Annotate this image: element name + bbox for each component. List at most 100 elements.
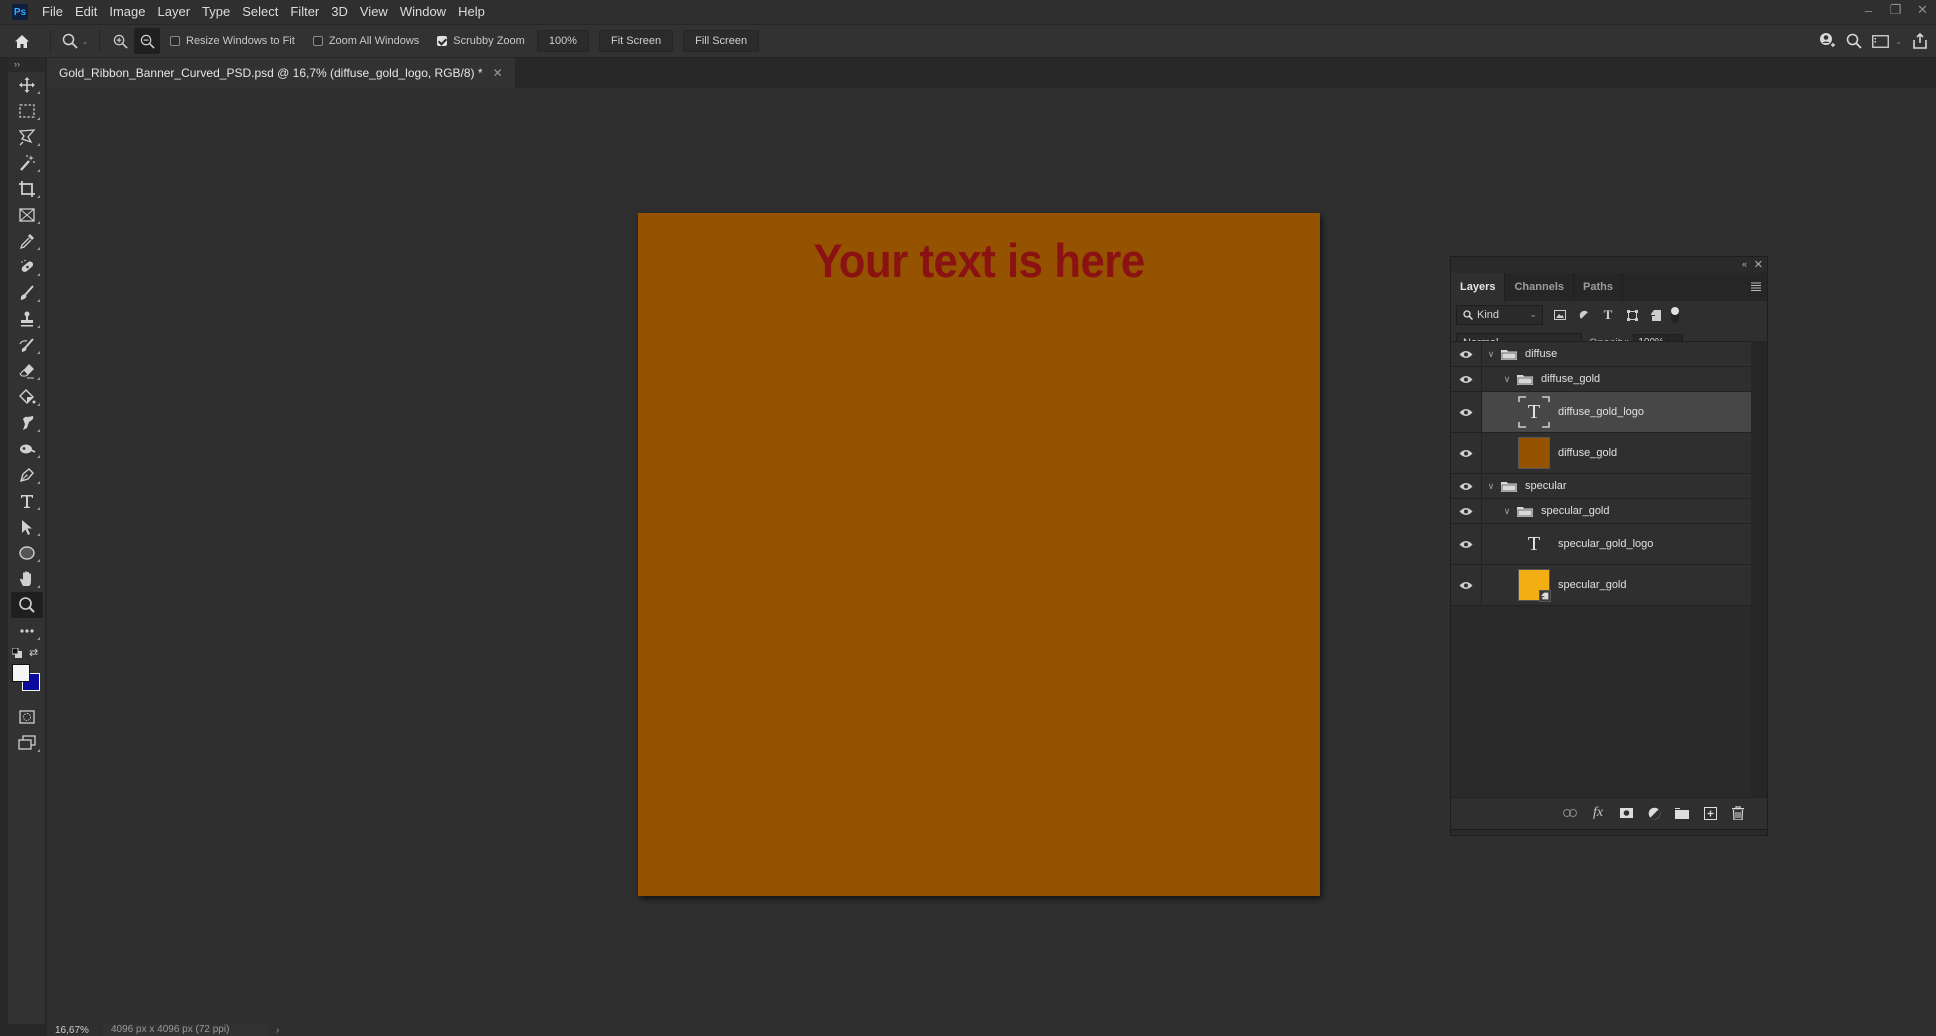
visibility-toggle[interactable] (1451, 474, 1482, 498)
resize-windows-checkbox[interactable] (170, 36, 180, 46)
chevron-down-icon[interactable]: ∨ (1501, 374, 1513, 385)
layers-scrollbar[interactable] (1751, 341, 1767, 797)
add-layer-style-button[interactable]: fx (1589, 804, 1607, 822)
panel-resize-grip[interactable] (1451, 829, 1767, 835)
delete-layer-button[interactable] (1729, 804, 1747, 822)
link-layers-button[interactable] (1561, 804, 1579, 822)
scrubby-zoom-option[interactable]: Scrubby Zoom (437, 35, 525, 47)
minimize-button[interactable]: – (1855, 0, 1882, 20)
tool-rectangular-marquee[interactable] (8, 98, 46, 124)
visibility-toggle[interactable] (1451, 392, 1482, 432)
layer-diffuse-gold-logo[interactable]: T diffuse_gold_logo (1451, 392, 1751, 433)
menu-3d[interactable]: 3D (325, 0, 354, 24)
visibility-toggle[interactable] (1451, 499, 1482, 523)
menu-filter[interactable]: Filter (284, 0, 325, 24)
canvas-text-layer[interactable]: Your text is here (662, 233, 1296, 288)
filter-shape-button[interactable] (1621, 305, 1643, 325)
layer-group-specular[interactable]: ∨ specular (1451, 474, 1751, 499)
close-tab-icon[interactable]: ✕ (493, 66, 503, 80)
tool-crop[interactable] (8, 176, 46, 202)
tool-brush[interactable] (8, 280, 46, 306)
tool-dodge[interactable] (8, 436, 46, 462)
filter-adjustment-button[interactable] (1573, 305, 1595, 325)
panel-menu-icon[interactable] (1751, 281, 1761, 291)
search-button[interactable] (1846, 33, 1862, 49)
screen-mode-button[interactable] (8, 730, 46, 756)
tab-layers[interactable]: Layers (1451, 273, 1506, 301)
tool-hand[interactable] (8, 566, 46, 592)
tool-type[interactable] (8, 488, 46, 514)
tab-channels[interactable]: Channels (1505, 273, 1574, 301)
add-mask-button[interactable] (1617, 804, 1635, 822)
tool-magic-wand[interactable] (8, 150, 46, 176)
collapse-panel-icon[interactable]: « (1742, 259, 1747, 269)
foreground-color-swatch[interactable] (12, 664, 30, 682)
layer-specular-gold-logo[interactable]: T specular_gold_logo (1451, 524, 1751, 565)
tool-polygonal-lasso[interactable] (8, 124, 46, 150)
menu-file[interactable]: File (36, 0, 69, 24)
menu-help[interactable]: Help (452, 0, 491, 24)
tool-spot-healing-brush[interactable] (8, 254, 46, 280)
menu-window[interactable]: Window (394, 0, 452, 24)
close-panel-icon[interactable]: ✕ (1754, 258, 1763, 271)
default-colors-icon[interactable] (12, 648, 22, 658)
filter-toggle[interactable] (1671, 307, 1679, 323)
menu-image[interactable]: Image (103, 0, 151, 24)
zoom-100-button[interactable]: 100% (536, 30, 589, 52)
share-button[interactable] (1912, 33, 1928, 49)
tool-edit-toolbar[interactable] (8, 618, 46, 644)
menu-type[interactable]: Type (196, 0, 236, 24)
menu-select[interactable]: Select (236, 0, 284, 24)
new-adjustment-layer-button[interactable] (1645, 804, 1663, 822)
workspace-switcher[interactable]: ⌄ (1872, 34, 1902, 48)
document-canvas[interactable]: Your text is here (638, 213, 1320, 896)
zoom-level[interactable]: 16,67% (47, 1025, 103, 1036)
visibility-toggle[interactable] (1451, 342, 1482, 366)
invite-button[interactable] (1818, 32, 1836, 50)
home-button[interactable] (0, 25, 44, 57)
status-menu-arrow[interactable]: › (276, 1025, 279, 1036)
close-button[interactable]: ✕ (1909, 0, 1936, 20)
visibility-toggle[interactable] (1451, 433, 1482, 473)
tool-pen[interactable] (8, 462, 46, 488)
new-group-button[interactable] (1673, 804, 1691, 822)
tool-move[interactable] (8, 72, 46, 98)
layer-group-diffuse-gold[interactable]: ∨ diffuse_gold (1451, 367, 1751, 392)
visibility-toggle[interactable] (1451, 367, 1482, 391)
tool-zoom[interactable] (11, 592, 43, 618)
layer-group-specular-gold[interactable]: ∨ specular_gold (1451, 499, 1751, 524)
tool-preset-picker[interactable]: ⌄ (57, 25, 93, 57)
tool-clone-stamp[interactable] (8, 306, 46, 332)
scrubby-zoom-checkbox[interactable] (437, 36, 448, 46)
menu-view[interactable]: View (354, 0, 394, 24)
tool-eraser[interactable] (8, 358, 46, 384)
fill-screen-button[interactable]: Fill Screen (683, 30, 760, 52)
filter-smart-object-button[interactable] (1645, 305, 1667, 325)
filter-pixel-button[interactable] (1549, 305, 1571, 325)
tab-paths[interactable]: Paths (1574, 273, 1623, 301)
resize-windows-to-fit-option[interactable]: Resize Windows to Fit (170, 35, 295, 47)
zoom-all-windows-checkbox[interactable] (312, 36, 323, 46)
chevron-down-icon[interactable]: ∨ (1501, 506, 1513, 517)
swap-colors-icon[interactable]: ⇄ (29, 646, 38, 659)
tool-paint-bucket[interactable] (8, 384, 46, 410)
tool-frame[interactable] (8, 202, 46, 228)
new-layer-button[interactable] (1701, 804, 1719, 822)
fit-screen-button[interactable]: Fit Screen (598, 30, 674, 52)
layer-diffuse-gold[interactable]: diffuse_gold (1451, 433, 1751, 474)
tool-ellipse[interactable] (8, 540, 46, 566)
visibility-toggle[interactable] (1451, 524, 1482, 564)
menu-edit[interactable]: Edit (69, 0, 103, 24)
filter-kind-select[interactable]: Kind ⌄ (1456, 305, 1543, 325)
filter-type-button[interactable]: T (1597, 305, 1619, 325)
visibility-toggle[interactable] (1451, 565, 1482, 605)
toolbar-expand-toggle[interactable]: ›› (8, 58, 45, 72)
tool-path-selection[interactable] (8, 514, 46, 540)
layer-group-diffuse[interactable]: ∨ diffuse (1451, 342, 1751, 367)
menu-layer[interactable]: Layer (152, 0, 197, 24)
chevron-down-icon[interactable]: ∨ (1485, 481, 1497, 492)
document-tab[interactable]: Gold_Ribbon_Banner_Curved_PSD.psd @ 16,7… (47, 58, 515, 88)
quick-mask-button[interactable] (8, 704, 46, 730)
tool-eyedropper[interactable] (8, 228, 46, 254)
restore-button[interactable]: ❐ (1882, 0, 1909, 20)
